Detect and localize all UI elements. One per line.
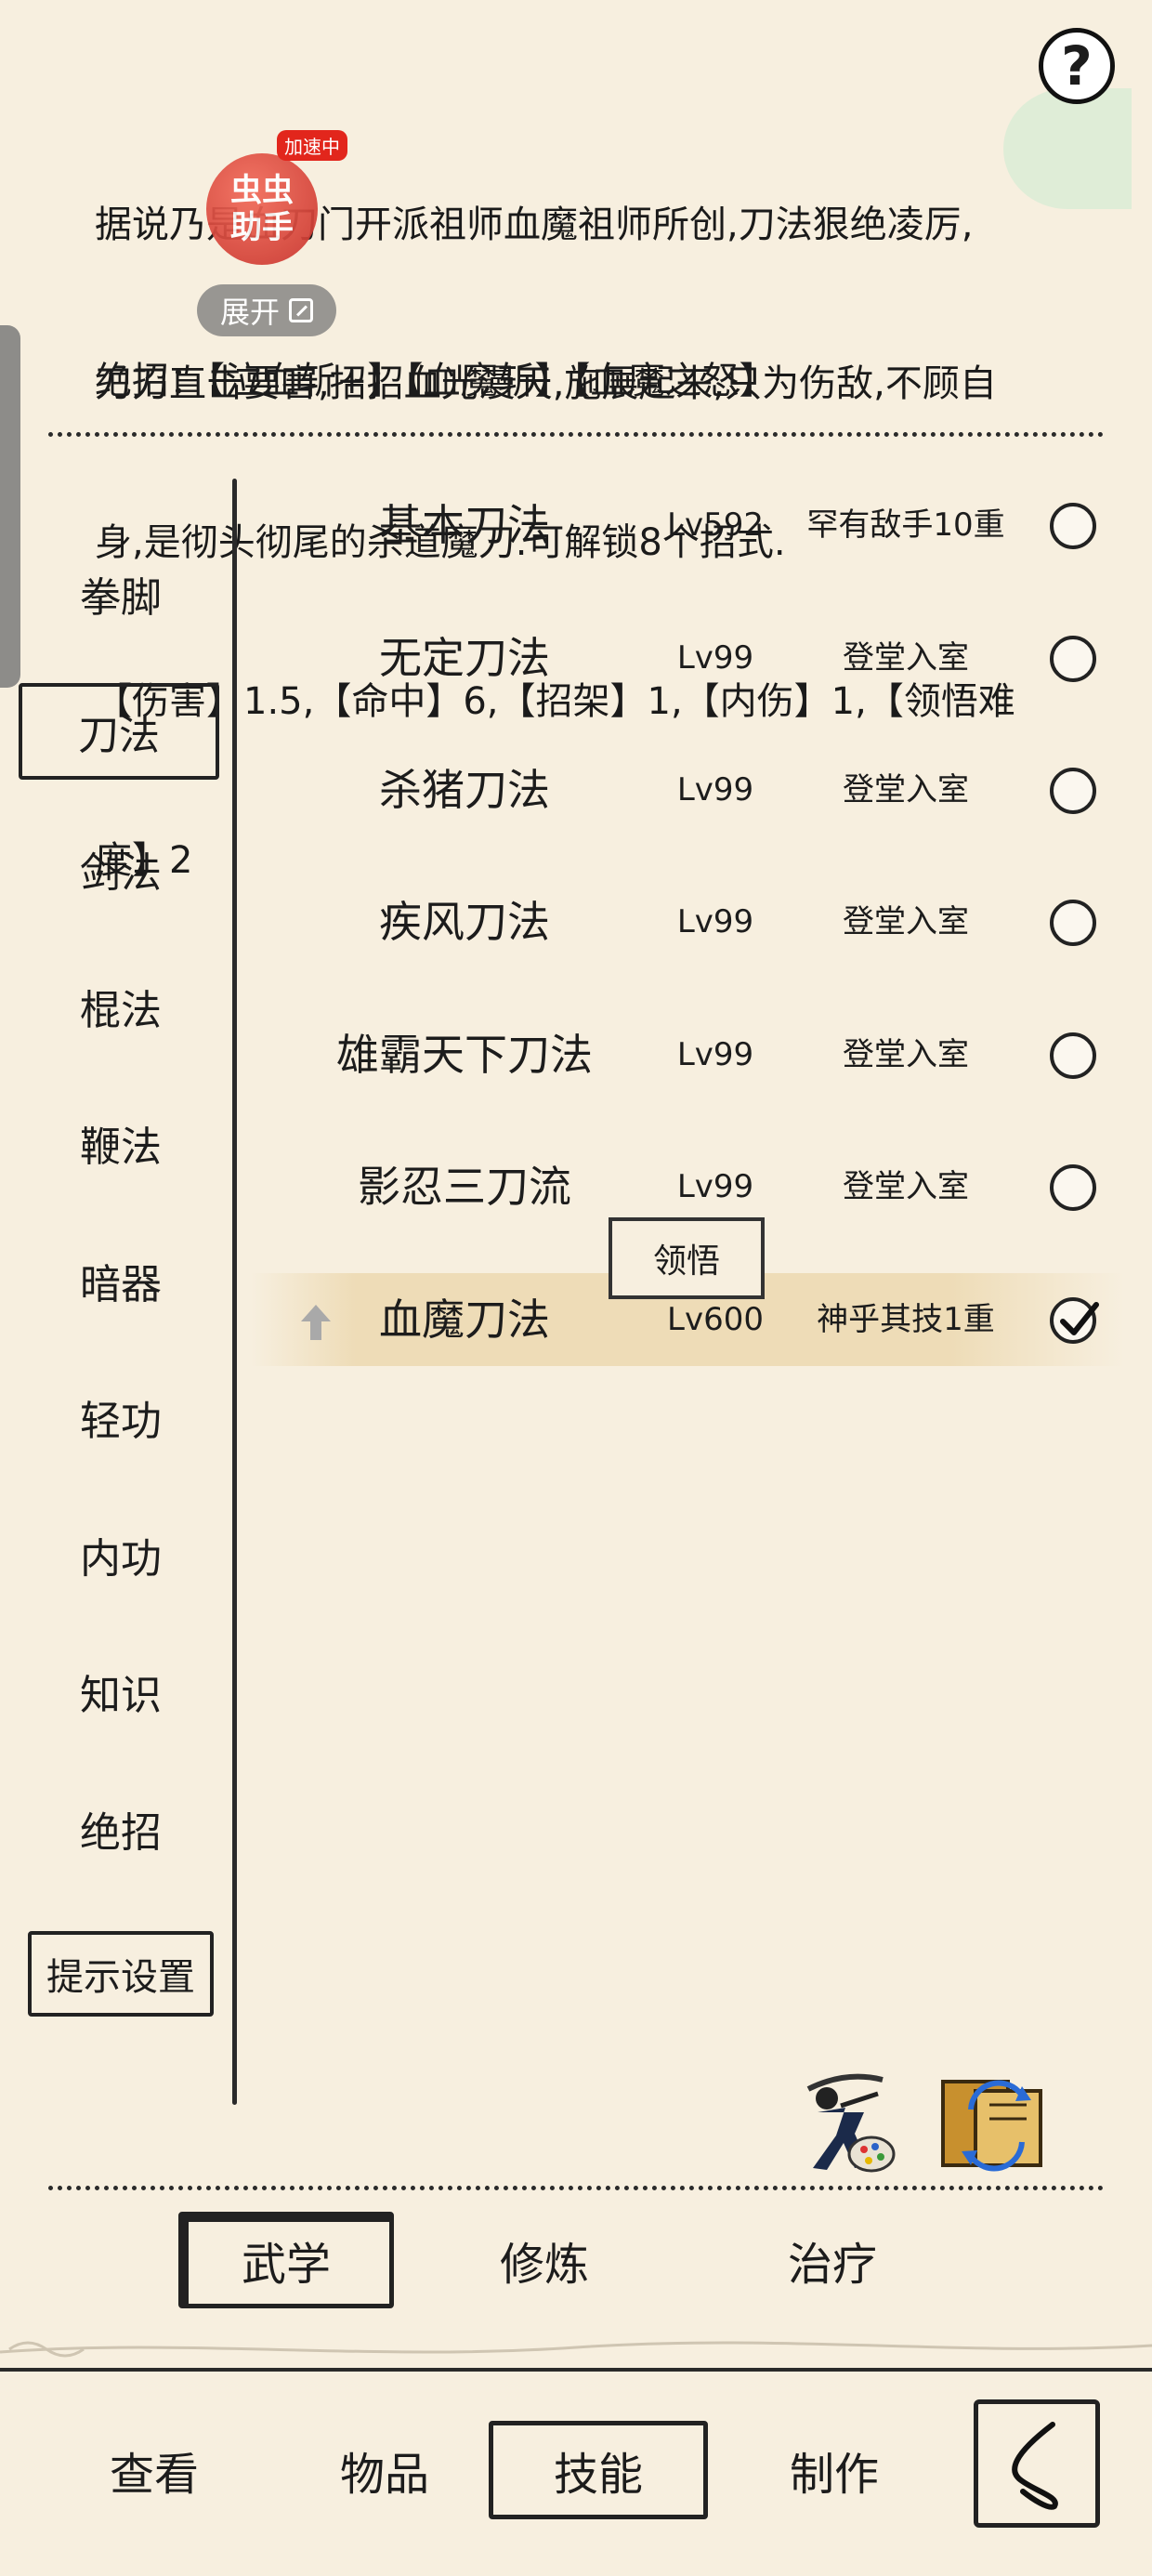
skill-name: 雄霸天下刀法	[336, 1030, 593, 1080]
bottom-divider	[0, 2368, 1152, 2372]
skill-rank: 登堂入室	[843, 771, 969, 808]
question-icon: ?	[1061, 34, 1093, 98]
expand-button[interactable]: 展开	[197, 284, 336, 336]
category-tab[interactable]: 知识	[28, 1648, 214, 1735]
sub-tab[interactable]: 治疗	[725, 2212, 940, 2308]
skill-checkbox[interactable]	[1050, 900, 1096, 946]
skill-row[interactable]: 杀猪刀法 Lv99 登堂入室	[251, 743, 1124, 836]
sub-tab[interactable]: 武学	[178, 2212, 394, 2308]
menu-divider	[232, 479, 237, 2105]
ultimates-text: 绝招：【泣血斩+】【血魔斩】【血魔之怒】	[95, 360, 777, 402]
skill-checkbox[interactable]	[1050, 636, 1096, 682]
assistant-status-badge: 加速中	[277, 130, 347, 161]
sub-tab[interactable]: 修炼	[437, 2212, 652, 2308]
skill-name: 影忍三刀流	[358, 1162, 571, 1212]
swordsman-palette-icon[interactable]	[790, 2061, 901, 2181]
skill-name: 疾风刀法	[379, 897, 550, 947]
divider-bottom	[48, 2186, 1104, 2190]
skill-rank: 登堂入室	[843, 903, 969, 940]
skill-name: 杀猪刀法	[379, 765, 550, 815]
category-tab[interactable]: 轻功	[28, 1373, 214, 1461]
skill-checkbox[interactable]	[1050, 768, 1096, 814]
skill-row[interactable]: 疾风刀法 Lv99 登堂入室	[251, 875, 1124, 968]
comprehend-button[interactable]: 领悟	[609, 1217, 765, 1299]
skill-name: 血魔刀法	[379, 1295, 550, 1345]
category-tab[interactable]: 内功	[28, 1511, 214, 1598]
divider-top	[48, 432, 1104, 437]
assistant-float-button[interactable]: 虫虫 助手	[206, 153, 318, 265]
category-tab[interactable]: 剑法	[28, 825, 214, 913]
category-tab[interactable]: 刀法	[19, 683, 219, 780]
category-tab[interactable]: 暗器	[28, 1237, 214, 1324]
expand-icon	[289, 298, 313, 322]
assistant-label: 助手	[230, 209, 294, 246]
skill-rank: 罕有敌手10重	[806, 506, 1005, 544]
skill-rank: 登堂入室	[843, 1168, 969, 1205]
skill-checkbox[interactable]	[1050, 1032, 1096, 1079]
main-tab[interactable]: 制作	[725, 2421, 944, 2519]
skill-row[interactable]: 基本刀法 Lv592 罕有敌手10重	[251, 479, 1124, 572]
skill-name: 基本刀法	[379, 500, 550, 550]
category-tab[interactable]: 拳脚	[28, 550, 214, 637]
skill-row[interactable]: 雄霸天下刀法 Lv99 登堂入室	[251, 1008, 1124, 1101]
category-tab[interactable]: 棍法	[28, 963, 214, 1050]
back-chevron-icon	[1012, 2422, 1058, 2510]
skill-checkbox-checked[interactable]	[1050, 1297, 1099, 1344]
hint-settings-button[interactable]: 提示设置	[28, 1931, 214, 2017]
main-tab[interactable]: 查看	[45, 2421, 264, 2519]
back-button[interactable]	[974, 2399, 1100, 2528]
book-swap-icon[interactable]	[934, 2068, 1050, 2178]
skill-rank: 登堂入室	[843, 639, 969, 677]
main-tab[interactable]: 物品	[275, 2421, 494, 2519]
expand-label: 展开	[219, 295, 280, 330]
category-tab[interactable]: 绝招	[28, 1785, 214, 1873]
skill-checkbox[interactable]	[1050, 503, 1096, 549]
main-tab[interactable]: 技能	[489, 2421, 708, 2519]
assistant-label: 虫虫	[230, 172, 294, 209]
decorative-swoosh	[0, 2341, 1152, 2358]
skill-rank: 登堂入室	[843, 1036, 969, 1073]
skill-row[interactable]: 无定刀法 Lv99 登堂入室	[251, 611, 1124, 704]
check-icon	[1060, 1302, 1099, 1335]
skill-name: 无定刀法	[379, 633, 550, 683]
category-tab[interactable]: 鞭法	[28, 1099, 214, 1187]
side-drawer-handle[interactable]	[0, 325, 20, 688]
skill-checkbox[interactable]	[1050, 1164, 1096, 1211]
skill-rank: 神乎其技1重	[817, 1301, 995, 1338]
